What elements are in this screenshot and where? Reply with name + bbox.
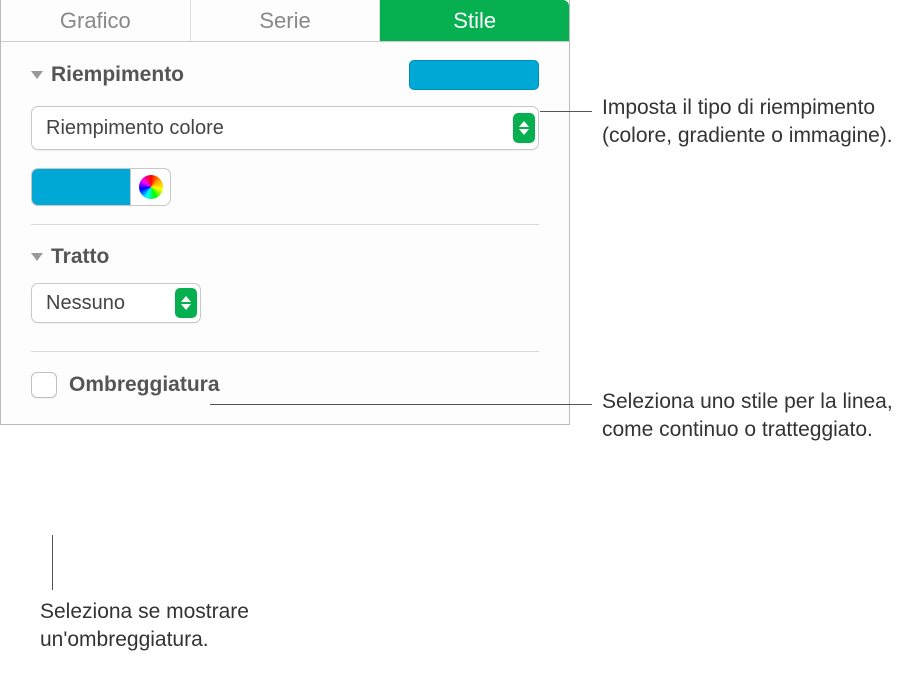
- callout-stroke: Seleziona uno stile per la linea, come c…: [602, 388, 902, 445]
- callout-line: [210, 404, 592, 405]
- shadow-checkbox[interactable]: [31, 372, 57, 398]
- divider: [31, 351, 539, 352]
- fill-title-wrap: Riempimento: [31, 63, 184, 87]
- stroke-title-wrap: Tratto: [31, 245, 109, 269]
- fill-color-swatch[interactable]: [31, 168, 131, 206]
- select-stepper-icon: [175, 288, 197, 318]
- tab-grafico[interactable]: Grafico: [1, 0, 191, 41]
- color-picker-button[interactable]: [131, 168, 171, 206]
- shadow-row: Ombreggiatura: [31, 372, 539, 398]
- inspector-tabs: Grafico Serie Stile: [1, 0, 569, 42]
- panel-body: Riempimento Riempimento colore: [1, 42, 569, 424]
- stroke-section: Tratto Nessuno: [31, 245, 539, 323]
- stroke-style-value: Nessuno: [46, 292, 125, 315]
- callout-shadow: Seleziona se mostrare un'ombreggiatura.: [40, 598, 340, 655]
- callout-fill: Imposta il tipo di riempimento (colore, …: [602, 94, 902, 151]
- fill-title: Riempimento: [51, 63, 184, 87]
- fill-section-header: Riempimento: [31, 60, 539, 90]
- fill-type-value: Riempimento colore: [46, 117, 224, 140]
- chevron-down-icon[interactable]: [31, 253, 43, 261]
- tab-serie[interactable]: Serie: [191, 0, 381, 41]
- shadow-label: Ombreggiatura: [69, 373, 220, 397]
- stroke-title: Tratto: [51, 245, 109, 269]
- divider: [31, 224, 539, 225]
- stroke-style-select[interactable]: Nessuno: [31, 283, 201, 323]
- fill-type-select[interactable]: Riempimento colore: [31, 106, 539, 150]
- color-wheel-icon: [139, 175, 163, 199]
- chevron-down-icon[interactable]: [31, 71, 43, 79]
- tab-stile[interactable]: Stile: [380, 0, 569, 41]
- fill-color-row: [31, 168, 539, 206]
- fill-preview-swatch[interactable]: [409, 60, 539, 90]
- callout-line: [52, 535, 53, 590]
- select-stepper-icon: [513, 113, 535, 143]
- callout-line: [540, 111, 592, 112]
- stroke-section-header: Tratto: [31, 245, 539, 269]
- style-inspector-panel: Grafico Serie Stile Riempimento Riempime…: [0, 0, 570, 425]
